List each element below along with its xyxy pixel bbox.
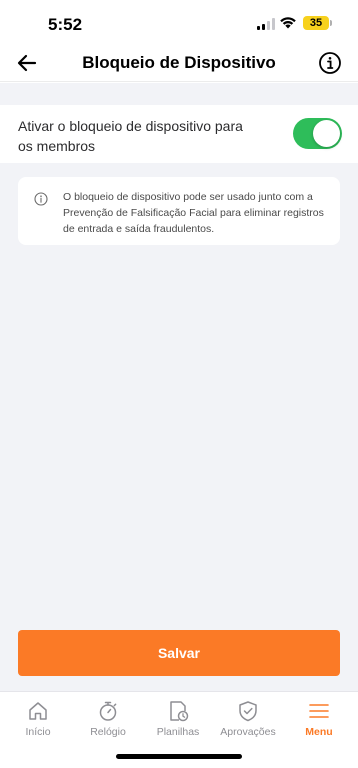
tab-inicio[interactable]: Início <box>3 700 73 740</box>
settings-content: Ativar o bloqueio de dispositivo para os… <box>0 83 358 691</box>
info-icon <box>34 192 48 206</box>
tab-label: Início <box>25 726 51 738</box>
timesheet-icon <box>170 701 189 722</box>
home-indicator <box>116 754 242 759</box>
status-bar: 5:52 35 <box>0 0 358 48</box>
tab-bar: Início Relógio Planilhas Aprovações Menu <box>0 691 358 768</box>
battery-tip <box>330 20 332 26</box>
device-lock-setting-label: Ativar o bloqueio de dispositivo para os… <box>18 118 243 154</box>
tab-label: Relógio <box>90 726 126 738</box>
tab-label: Aprovações <box>220 726 276 738</box>
save-button[interactable]: Salvar <box>18 630 340 676</box>
status-time: 5:52 <box>48 15 83 34</box>
tab-label: Menu <box>305 726 333 738</box>
nav-bar: Bloqueio de Dispositivo <box>0 48 358 82</box>
shield-check-icon <box>239 701 257 722</box>
tab-relogio[interactable]: Relógio <box>73 700 143 740</box>
battery-icon: 35 <box>303 16 329 30</box>
stopwatch-icon <box>99 701 117 721</box>
toggle-knob <box>313 120 340 147</box>
tab-aprovacoes[interactable]: Aprovações <box>213 700 283 740</box>
tab-menu[interactable]: Menu <box>284 700 354 740</box>
info-icon[interactable] <box>318 51 342 75</box>
device-lock-setting-row: Ativar o bloqueio de dispositivo para os… <box>0 105 358 163</box>
signal-icon <box>257 18 275 30</box>
tab-label: Planilhas <box>156 726 200 738</box>
device-lock-toggle[interactable] <box>293 118 342 149</box>
battery-level: 35 <box>309 17 323 29</box>
wifi-icon <box>280 17 296 29</box>
tab-planilhas[interactable]: Planilhas <box>143 700 213 740</box>
page-title: Bloqueio de Dispositivo <box>82 53 276 72</box>
info-card-text: O bloqueio de dispositivo pode ser usado… <box>63 191 324 235</box>
home-icon <box>29 702 47 720</box>
info-card: O bloqueio de dispositivo pode ser usado… <box>18 177 340 245</box>
menu-icon <box>309 704 329 718</box>
